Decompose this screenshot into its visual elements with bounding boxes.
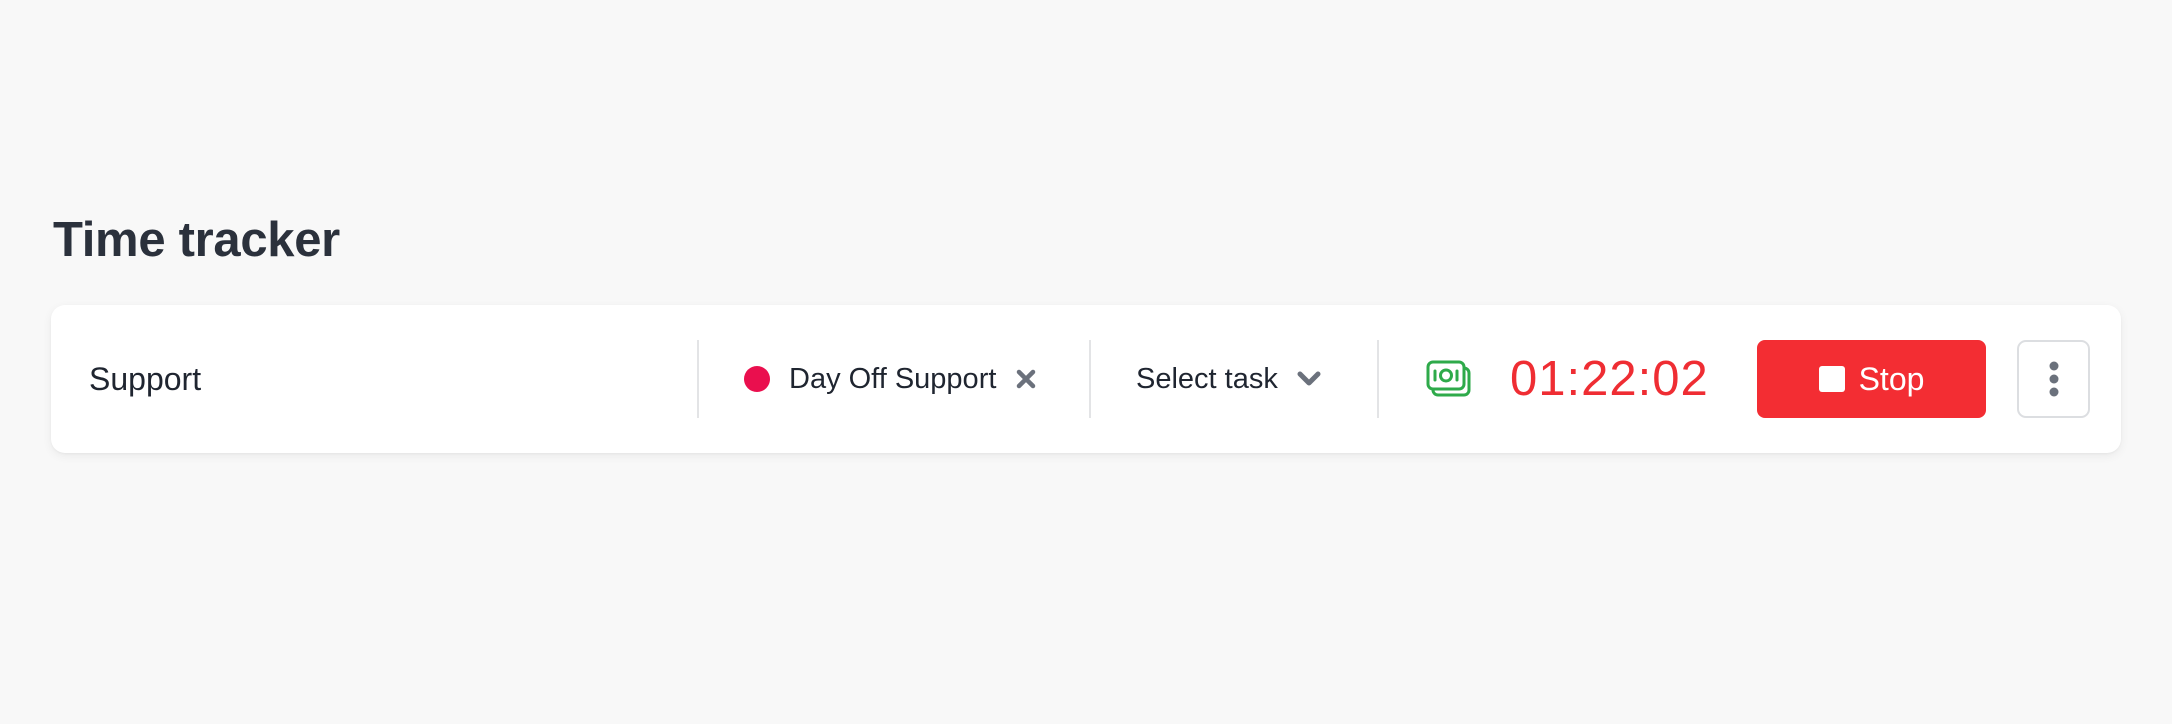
timer-display: 01:22:02 bbox=[1510, 352, 1709, 406]
project-name: Day Off Support bbox=[789, 362, 997, 395]
page-title: Time tracker bbox=[53, 213, 340, 267]
stop-button-label: Stop bbox=[1858, 360, 1925, 397]
chevron-down-icon bbox=[1296, 369, 1322, 389]
more-options-button[interactable] bbox=[2017, 340, 2090, 418]
close-icon[interactable] bbox=[1014, 367, 1038, 391]
task-selector[interactable]: Select task bbox=[1091, 340, 1379, 418]
project-color-dot bbox=[744, 366, 770, 392]
task-label: Select task bbox=[1136, 362, 1278, 395]
stop-button[interactable]: Stop bbox=[1757, 340, 1986, 418]
stop-icon bbox=[1818, 366, 1845, 392]
money-icon[interactable] bbox=[1426, 359, 1472, 399]
time-tracker-bar: Support Day Off Support Select task 01:2… bbox=[51, 305, 2121, 453]
vertical-dots-icon bbox=[2049, 361, 2058, 397]
project-selector[interactable]: Day Off Support bbox=[699, 340, 1091, 418]
description-input[interactable]: Support bbox=[51, 340, 699, 418]
